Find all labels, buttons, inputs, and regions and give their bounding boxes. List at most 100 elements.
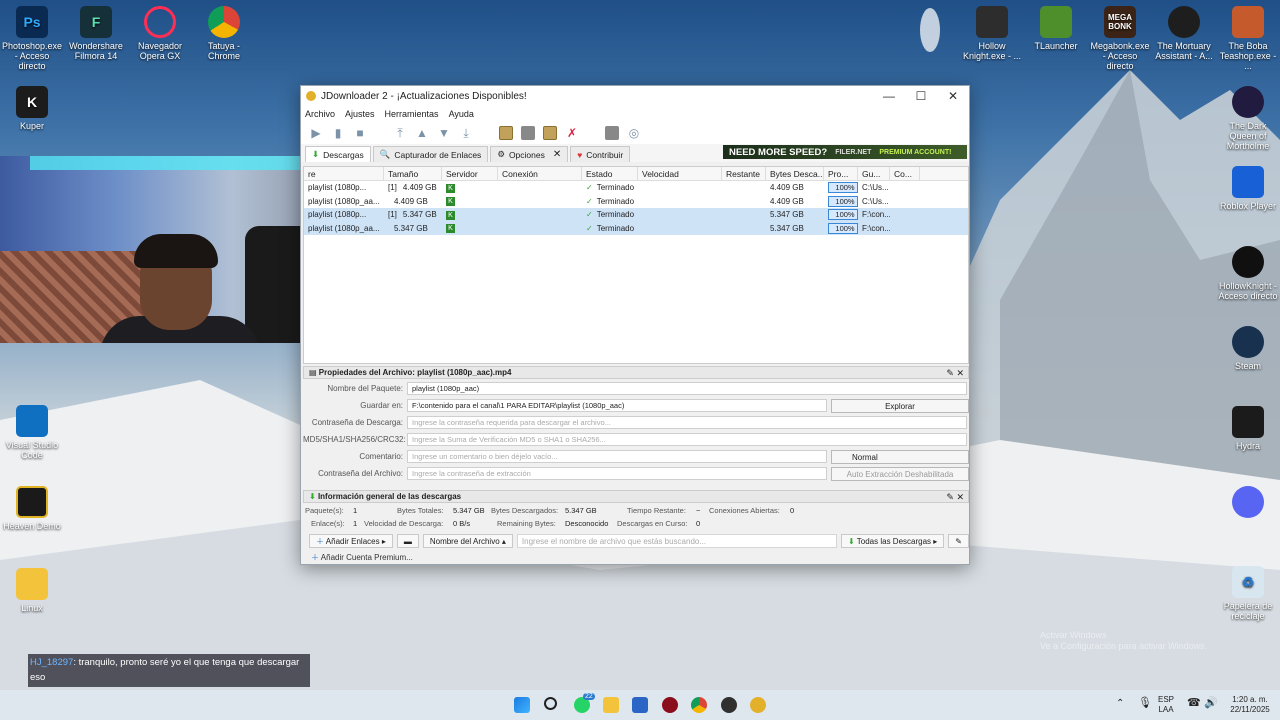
desktop-icon-hollowknight-2[interactable]: HollowKnight - Acceso directo xyxy=(1216,246,1280,301)
desktop-icon-mortuary[interactable]: The Mortuary Assistant - A... xyxy=(1152,6,1216,61)
cell-save: F:\con... xyxy=(862,210,890,220)
download-password-field[interactable]: Ingrese la contraseña requerida para des… xyxy=(407,416,967,429)
desktop-icon-recycle[interactable]: ♻ Papelera de reciclaje xyxy=(1216,566,1280,621)
desktop-icon-opera[interactable]: Navegador Opera GX xyxy=(128,6,192,61)
desktop-icon-vscode[interactable]: Visual Studio Code xyxy=(0,405,64,460)
table-row[interactable]: playlist (1080p_aa... 4.409 GB K ✓ Terminado… xyxy=(304,195,968,209)
desktop-icon-kuper[interactable]: K Kuper xyxy=(0,86,64,131)
move-bottom-icon[interactable]: ⤓ xyxy=(459,126,473,140)
network-icon[interactable]: ☎ xyxy=(1187,698,1201,709)
col-remaining[interactable]: Restante xyxy=(722,167,766,180)
opera-gx-taskbar-icon[interactable] xyxy=(662,697,678,713)
play-icon[interactable]: ▶ xyxy=(309,126,323,140)
col-speed[interactable]: Velocidad xyxy=(638,167,722,180)
tab-descargas[interactable]: ⬇ Descargas xyxy=(305,146,371,162)
col-state[interactable]: Estado xyxy=(582,167,638,180)
update-icon[interactable] xyxy=(605,126,619,140)
reconnect-icon[interactable] xyxy=(521,126,535,140)
col-size[interactable]: Tamaño xyxy=(384,167,442,180)
desktop-icon-megabonk[interactable]: MEGA BONK Megabonk.exe - Acceso directo xyxy=(1088,6,1152,71)
info-close-icon[interactable]: ✎ ✕ xyxy=(946,491,964,503)
store-icon[interactable] xyxy=(632,697,648,713)
close-button[interactable]: ✕ xyxy=(937,89,969,103)
archive-password-field[interactable]: Ingrese la contraseña de extracción xyxy=(407,467,827,480)
premium-banner[interactable]: NEED MORE SPEED? FILER.NET PREMIUM ACCOU… xyxy=(723,145,967,159)
desktop-icon-hydra[interactable]: Hydra xyxy=(1216,406,1280,451)
browse-button[interactable]: Explorar xyxy=(831,399,969,413)
panel-close-icon[interactable]: ✎ ✕ xyxy=(946,367,964,379)
clock[interactable]: 1:20 a. m. 22/11/2025 xyxy=(1222,695,1278,715)
menu-ayuda[interactable]: Ayuda xyxy=(449,109,474,119)
hash-field[interactable]: Ingrese la Suma de Verificación MD5 o SH… xyxy=(407,433,967,446)
menu-archivo[interactable]: Archivo xyxy=(305,109,335,119)
desktop-icon-chrome[interactable]: Tatuya - Chrome xyxy=(192,6,256,61)
auto-extract-select[interactable]: Auto Extracción Deshabilitada xyxy=(831,467,969,481)
desktop-icon-tlauncher[interactable]: TLauncher xyxy=(1024,6,1088,51)
desktop-icon-photoshop[interactable]: Ps Photoshop.exe - Acceso directo xyxy=(0,6,64,71)
desktop-icon-boba[interactable]: The Boba Teashop.exe - ... xyxy=(1216,6,1280,71)
desktop-icon-heaven[interactable]: Heaven Demo xyxy=(0,486,64,531)
desktop-icon-discord[interactable] xyxy=(1216,486,1280,521)
move-top-icon[interactable]: ⤒ xyxy=(393,126,407,140)
desktop-icon-roblox[interactable]: Roblox Player xyxy=(1216,166,1280,211)
silent-mode-icon[interactable] xyxy=(543,126,557,140)
add-premium-link[interactable]: ＋ Añadir Cuenta Premium... xyxy=(311,552,413,563)
archive-password-label: Contraseña del Archivo: xyxy=(318,469,403,478)
minimize-button[interactable]: — xyxy=(873,89,905,103)
tray-chevron-icon[interactable]: ⌃ xyxy=(1116,699,1124,709)
pause-icon[interactable]: ▮ xyxy=(331,126,345,140)
stop-icon[interactable]: ■ xyxy=(353,126,367,140)
search-icon[interactable] xyxy=(544,697,557,710)
chrome-taskbar-icon[interactable] xyxy=(691,697,707,713)
cell-size: [1] 4.409 GB xyxy=(384,183,442,192)
desktop-icon-label: Kuper xyxy=(19,121,45,131)
table-row[interactable]: playlist (1080p... [1] 4.409 GB K ✓ Terminado… xyxy=(304,181,968,195)
comment-field[interactable]: Ingrese un comentario o bien déjelo vací… xyxy=(407,450,827,463)
desktop-icon-steam[interactable]: Steam xyxy=(1216,326,1280,371)
file-explorer-icon[interactable] xyxy=(603,697,619,713)
save-path-field[interactable]: F:\contenido para el canal\1 PARA EDITAR… xyxy=(407,399,827,412)
volume-icon[interactable]: 🔊 xyxy=(1204,698,1218,709)
search-input[interactable]: Ingrese el nombre de archivo que estás b… xyxy=(516,534,837,548)
col-server[interactable]: Servidor xyxy=(442,167,498,180)
microphone-icon[interactable]: 🎙 xyxy=(1138,698,1152,709)
maximize-button[interactable]: ☐ xyxy=(905,89,937,103)
tab-capturador[interactable]: 🔍 Capturador de Enlaces xyxy=(372,146,489,162)
col-progress[interactable]: Pro... xyxy=(824,167,858,180)
menu-herramientas[interactable]: Herramientas xyxy=(385,109,439,119)
check-icon: ✓ xyxy=(586,183,593,193)
list-icon[interactable]: ▬ xyxy=(396,534,419,548)
clear-icon[interactable]: ✗ xyxy=(565,126,579,140)
filename-filter-button[interactable]: Nombre del Archivo ▴ xyxy=(422,534,513,548)
windows-start-icon[interactable] xyxy=(514,697,530,713)
move-down-icon[interactable]: ▼ xyxy=(437,126,451,140)
cell-size: 5.347 GB xyxy=(384,224,442,233)
col-connection[interactable]: Conexión xyxy=(498,167,582,180)
settings-icon[interactable]: ✎ xyxy=(948,534,969,548)
jdownloader-taskbar-icon[interactable] xyxy=(750,697,766,713)
premium-globe-icon[interactable]: ◎ xyxy=(627,126,641,140)
col-comment[interactable]: Co... xyxy=(890,167,920,180)
all-downloads-button[interactable]: ⬇ Todas las Descargas ▸ xyxy=(841,534,945,548)
package-name-field[interactable]: playlist (1080p_aac) xyxy=(407,382,967,395)
col-bytes[interactable]: Bytes Desca... xyxy=(766,167,824,180)
megabonk-icon: MEGA BONK xyxy=(1104,6,1136,38)
add-links-button[interactable]: ＋ Añadir Enlaces ▸ xyxy=(309,534,393,548)
tab-opciones[interactable]: ⚙ Opciones ✕ xyxy=(490,146,569,162)
table-row[interactable]: playlist (1080p... [1] 5.347 GB K ✓ Terminado… xyxy=(304,208,968,222)
menu-ajustes[interactable]: Ajustes xyxy=(345,109,375,119)
col-name[interactable]: re xyxy=(304,167,384,180)
table-row[interactable]: playlist (1080p_aa... 5.347 GB K ✓ Terminado… xyxy=(304,221,968,235)
language-indicator[interactable]: ESP LAA xyxy=(1158,695,1174,715)
desktop-icon-hollow-knight[interactable]: Hollow Knight.exe - ... xyxy=(960,6,1024,61)
col-save[interactable]: Gu... xyxy=(858,167,890,180)
tab-contribuir[interactable]: ♥ Contribuir xyxy=(570,146,631,162)
close-tab-icon[interactable]: ✕ xyxy=(553,149,561,160)
clipboard-icon[interactable] xyxy=(499,126,513,140)
priority-select[interactable]: Normal xyxy=(831,450,969,464)
desktop-icon-filmora[interactable]: F Wondershare Filmora 14 xyxy=(64,6,128,61)
desktop-icon-dark-queen[interactable]: The Dark Queen of Mortholme xyxy=(1216,86,1280,151)
desktop-icon-folder[interactable]: Linux xyxy=(0,568,64,613)
obs-icon[interactable] xyxy=(721,697,737,713)
move-up-icon[interactable]: ▲ xyxy=(415,126,429,140)
